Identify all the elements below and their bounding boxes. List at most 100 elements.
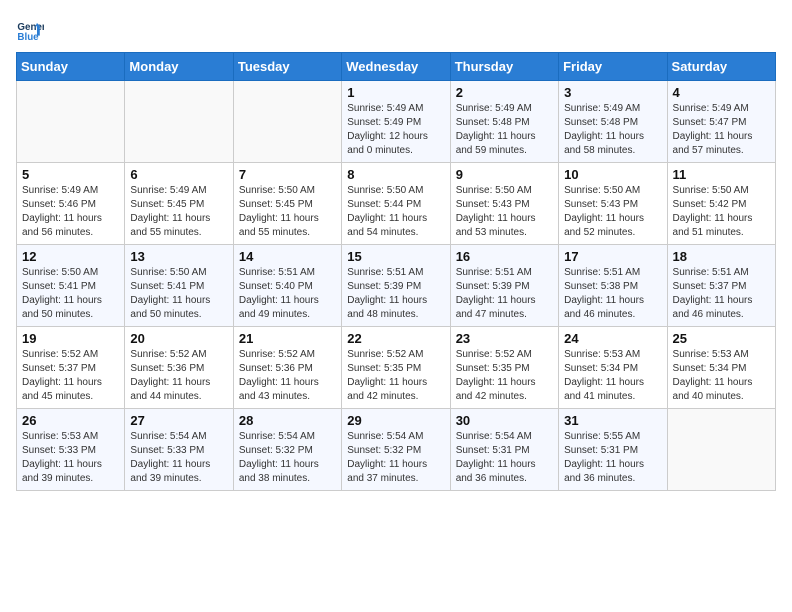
weekday-header-saturday: Saturday xyxy=(667,53,775,81)
day-info: Sunrise: 5:51 AM Sunset: 5:40 PM Dayligh… xyxy=(239,266,336,322)
day-number: 1 xyxy=(347,85,444,100)
day-info: Sunrise: 5:52 AM Sunset: 5:35 PM Dayligh… xyxy=(347,348,444,404)
day-info: Sunrise: 5:54 AM Sunset: 5:33 PM Dayligh… xyxy=(130,430,227,486)
day-info: Sunrise: 5:50 AM Sunset: 5:44 PM Dayligh… xyxy=(347,184,444,240)
day-number: 14 xyxy=(239,249,336,264)
calendar-cell: 18Sunrise: 5:51 AM Sunset: 5:37 PM Dayli… xyxy=(667,245,775,327)
day-info: Sunrise: 5:49 AM Sunset: 5:46 PM Dayligh… xyxy=(22,184,119,240)
calendar-cell: 6 Sunrise: 5:49 AM Sunset: 5:45 PM Daylig… xyxy=(125,163,233,245)
calendar-cell: 24 Sunrise: 5:53 AM Sunset: 5:34 PM Dayli… xyxy=(559,327,667,409)
day-number: 21 xyxy=(239,331,336,346)
day-info: Sunrise: 5:52 AM Sunset: 5:35 PM Dayligh… xyxy=(456,348,553,404)
day-info: Sunrise: 5:50 AM Sunset: 5:42 PM Dayligh… xyxy=(673,184,770,240)
weekday-header-thursday: Thursday xyxy=(450,53,558,81)
calendar-cell: 20 Sunrise: 5:52 AM Sunset: 5:36 PM Dayli… xyxy=(125,327,233,409)
day-info: Sunrise: 5:49 AM Sunset: 5:48 PM Dayligh… xyxy=(456,102,553,158)
day-number: 8 xyxy=(347,167,444,182)
page-header: General Blue xyxy=(16,16,776,44)
day-info: Sunrise: 5:49 AM Sunset: 5:49 PM Dayligh… xyxy=(347,102,444,158)
calendar-header-row: SundayMondayTuesdayWednesdayThursdayFrid… xyxy=(17,53,776,81)
day-number: 6 xyxy=(130,167,227,182)
calendar-week-3: 12Sunrise: 5:50 AM Sunset: 5:41 PM Dayli… xyxy=(17,245,776,327)
calendar-week-2: 5 Sunrise: 5:49 AM Sunset: 5:46 PM Daylig… xyxy=(17,163,776,245)
weekday-header-monday: Monday xyxy=(125,53,233,81)
day-info: Sunrise: 5:49 AM Sunset: 5:48 PM Dayligh… xyxy=(564,102,661,158)
calendar-cell xyxy=(125,81,233,163)
calendar-cell: 31 Sunrise: 5:55 AM Sunset: 5:31 PM Dayli… xyxy=(559,409,667,491)
day-number: 2 xyxy=(456,85,553,100)
day-number: 29 xyxy=(347,413,444,428)
day-number: 15 xyxy=(347,249,444,264)
day-number: 20 xyxy=(130,331,227,346)
day-info: Sunrise: 5:51 AM Sunset: 5:39 PM Dayligh… xyxy=(456,266,553,322)
logo-icon: General Blue xyxy=(16,16,44,44)
day-number: 17 xyxy=(564,249,661,264)
day-number: 13 xyxy=(130,249,227,264)
day-number: 5 xyxy=(22,167,119,182)
day-number: 3 xyxy=(564,85,661,100)
calendar-cell: 7 Sunrise: 5:50 AM Sunset: 5:45 PM Daylig… xyxy=(233,163,341,245)
day-number: 11 xyxy=(673,167,770,182)
day-number: 24 xyxy=(564,331,661,346)
day-info: Sunrise: 5:53 AM Sunset: 5:34 PM Dayligh… xyxy=(564,348,661,404)
day-number: 4 xyxy=(673,85,770,100)
day-info: Sunrise: 5:53 AM Sunset: 5:34 PM Dayligh… xyxy=(673,348,770,404)
day-info: Sunrise: 5:50 AM Sunset: 5:41 PM Dayligh… xyxy=(22,266,119,322)
svg-text:Blue: Blue xyxy=(17,32,39,43)
calendar-cell: 30 Sunrise: 5:54 AM Sunset: 5:31 PM Dayli… xyxy=(450,409,558,491)
day-number: 10 xyxy=(564,167,661,182)
calendar-cell: 25Sunrise: 5:53 AM Sunset: 5:34 PM Dayli… xyxy=(667,327,775,409)
day-number: 23 xyxy=(456,331,553,346)
day-info: Sunrise: 5:55 AM Sunset: 5:31 PM Dayligh… xyxy=(564,430,661,486)
day-info: Sunrise: 5:53 AM Sunset: 5:33 PM Dayligh… xyxy=(22,430,119,486)
calendar-table: SundayMondayTuesdayWednesdayThursdayFrid… xyxy=(16,52,776,491)
weekday-header-friday: Friday xyxy=(559,53,667,81)
calendar-week-5: 26 Sunrise: 5:53 AM Sunset: 5:33 PM Dayli… xyxy=(17,409,776,491)
day-number: 28 xyxy=(239,413,336,428)
calendar-cell: 12Sunrise: 5:50 AM Sunset: 5:41 PM Dayli… xyxy=(17,245,125,327)
calendar-cell: 13 Sunrise: 5:50 AM Sunset: 5:41 PM Dayli… xyxy=(125,245,233,327)
calendar-cell xyxy=(17,81,125,163)
calendar-cell: 4Sunrise: 5:49 AM Sunset: 5:47 PM Daylig… xyxy=(667,81,775,163)
weekday-header-wednesday: Wednesday xyxy=(342,53,450,81)
calendar-cell: 15Sunrise: 5:51 AM Sunset: 5:39 PM Dayli… xyxy=(342,245,450,327)
calendar-cell: 19Sunrise: 5:52 AM Sunset: 5:37 PM Dayli… xyxy=(17,327,125,409)
day-number: 19 xyxy=(22,331,119,346)
calendar-cell: 11 Sunrise: 5:50 AM Sunset: 5:42 PM Dayli… xyxy=(667,163,775,245)
day-info: Sunrise: 5:52 AM Sunset: 5:36 PM Dayligh… xyxy=(130,348,227,404)
day-number: 16 xyxy=(456,249,553,264)
day-info: Sunrise: 5:50 AM Sunset: 5:41 PM Dayligh… xyxy=(130,266,227,322)
calendar-cell: 5 Sunrise: 5:49 AM Sunset: 5:46 PM Daylig… xyxy=(17,163,125,245)
day-number: 9 xyxy=(456,167,553,182)
calendar-cell: 26 Sunrise: 5:53 AM Sunset: 5:33 PM Dayli… xyxy=(17,409,125,491)
day-number: 7 xyxy=(239,167,336,182)
day-info: Sunrise: 5:54 AM Sunset: 5:32 PM Dayligh… xyxy=(347,430,444,486)
day-info: Sunrise: 5:50 AM Sunset: 5:43 PM Dayligh… xyxy=(456,184,553,240)
day-info: Sunrise: 5:50 AM Sunset: 5:45 PM Dayligh… xyxy=(239,184,336,240)
calendar-cell xyxy=(233,81,341,163)
calendar-cell: 1 Sunrise: 5:49 AM Sunset: 5:49 PM Daylig… xyxy=(342,81,450,163)
day-info: Sunrise: 5:51 AM Sunset: 5:38 PM Dayligh… xyxy=(564,266,661,322)
weekday-header-sunday: Sunday xyxy=(17,53,125,81)
day-info: Sunrise: 5:49 AM Sunset: 5:45 PM Dayligh… xyxy=(130,184,227,240)
calendar-cell: 14 Sunrise: 5:51 AM Sunset: 5:40 PM Dayli… xyxy=(233,245,341,327)
day-number: 18 xyxy=(673,249,770,264)
weekday-header-tuesday: Tuesday xyxy=(233,53,341,81)
day-number: 31 xyxy=(564,413,661,428)
calendar-cell: 23 Sunrise: 5:52 AM Sunset: 5:35 PM Dayli… xyxy=(450,327,558,409)
day-info: Sunrise: 5:54 AM Sunset: 5:31 PM Dayligh… xyxy=(456,430,553,486)
day-info: Sunrise: 5:54 AM Sunset: 5:32 PM Dayligh… xyxy=(239,430,336,486)
day-info: Sunrise: 5:52 AM Sunset: 5:36 PM Dayligh… xyxy=(239,348,336,404)
calendar-cell: 16 Sunrise: 5:51 AM Sunset: 5:39 PM Dayli… xyxy=(450,245,558,327)
day-number: 30 xyxy=(456,413,553,428)
calendar-week-4: 19Sunrise: 5:52 AM Sunset: 5:37 PM Dayli… xyxy=(17,327,776,409)
calendar-week-1: 1 Sunrise: 5:49 AM Sunset: 5:49 PM Daylig… xyxy=(17,81,776,163)
calendar-cell: 28 Sunrise: 5:54 AM Sunset: 5:32 PM Dayli… xyxy=(233,409,341,491)
calendar-cell xyxy=(667,409,775,491)
calendar-cell: 9 Sunrise: 5:50 AM Sunset: 5:43 PM Daylig… xyxy=(450,163,558,245)
calendar-cell: 17 Sunrise: 5:51 AM Sunset: 5:38 PM Dayli… xyxy=(559,245,667,327)
day-number: 26 xyxy=(22,413,119,428)
calendar-cell: 8 Sunrise: 5:50 AM Sunset: 5:44 PM Daylig… xyxy=(342,163,450,245)
calendar-cell: 27Sunrise: 5:54 AM Sunset: 5:33 PM Dayli… xyxy=(125,409,233,491)
calendar-cell: 21 Sunrise: 5:52 AM Sunset: 5:36 PM Dayli… xyxy=(233,327,341,409)
